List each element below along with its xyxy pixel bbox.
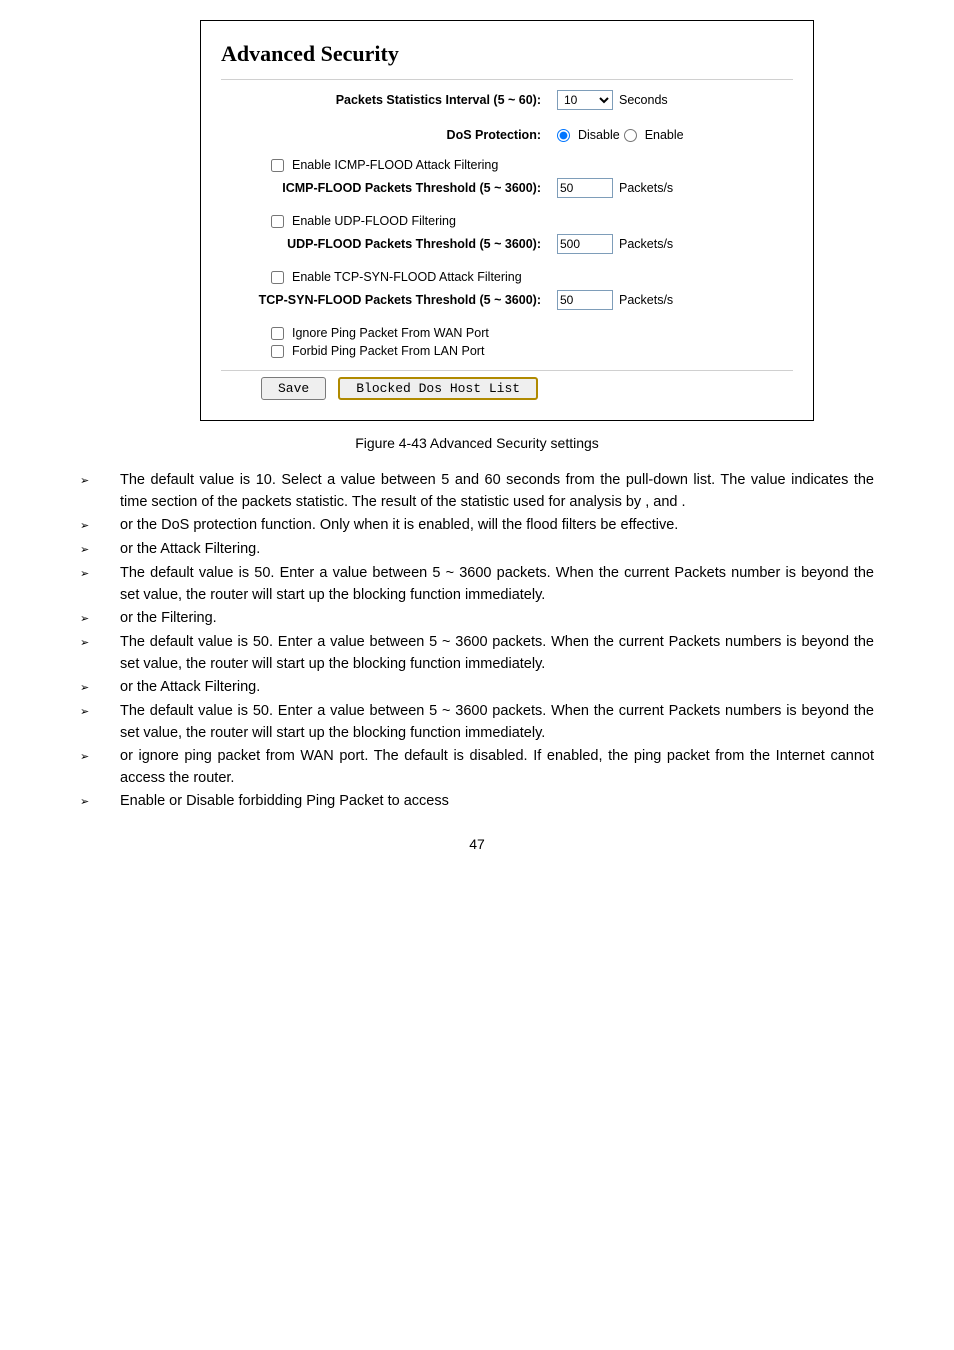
forbid-lan-checkbox[interactable]: [271, 345, 284, 358]
value-icmp-thresh: Packets/s: [557, 178, 673, 198]
bullet-body: The default value is 50. Enter a value b…: [120, 562, 874, 607]
udp-thresh-input[interactable]: [557, 234, 613, 254]
bullet-item: ➢ or the Filtering.: [80, 607, 874, 631]
bullet-marker: ➢: [80, 676, 120, 700]
icmp-enable-label: Enable ICMP-FLOOD Attack Filtering: [292, 158, 498, 172]
divider: [221, 79, 793, 80]
forbid-lan-label: Forbid Ping Packet From LAN Port: [292, 344, 484, 358]
panel-title: Advanced Security: [221, 41, 793, 67]
bullet-item: ➢ or the Attack Filtering.: [80, 538, 874, 562]
icmp-thresh-unit: Packets/s: [619, 181, 673, 195]
row-icmp-enable: Enable ICMP-FLOOD Attack Filtering: [221, 156, 793, 174]
bullet-body: The default value is 50. Enter a value b…: [120, 700, 874, 745]
row-udp-threshold: UDP-FLOOD Packets Threshold (5 ~ 3600): …: [221, 230, 793, 258]
bullet-item: ➢ or ignore ping packet from WAN port. T…: [80, 745, 874, 790]
row-tcp-threshold: TCP-SYN-FLOOD Packets Threshold (5 ~ 360…: [221, 286, 793, 314]
row-udp-enable: Enable UDP-FLOOD Filtering: [221, 212, 793, 230]
page-number: 47: [80, 836, 874, 852]
bullet-item: ➢ The default value is 50. Enter a value…: [80, 631, 874, 676]
row-tcp-enable: Enable TCP-SYN-FLOOD Attack Filtering: [221, 268, 793, 286]
bullet-item: ➢ The default value is 50. Enter a value…: [80, 562, 874, 607]
dos-disable-option[interactable]: Disable: [557, 128, 620, 142]
icmp-enable-checkbox[interactable]: [271, 159, 284, 172]
dos-enable-option[interactable]: Enable: [624, 128, 684, 142]
dos-disable-label: Disable: [578, 128, 620, 142]
udp-thresh-unit: Packets/s: [619, 237, 673, 251]
bullet-item: ➢ or the DoS protection function. Only w…: [80, 514, 874, 538]
value-udp-thresh: Packets/s: [557, 234, 673, 254]
row-stats-interval: Packets Statistics Interval (5 ~ 60): 10…: [221, 86, 793, 114]
bullet-marker: ➢: [80, 538, 120, 562]
bullet-item: ➢ The default value is 10. Select a valu…: [80, 469, 874, 514]
bullet-marker: ➢: [80, 469, 120, 514]
bullet-item: ➢ Enable or Disable forbidding Ping Pack…: [80, 790, 874, 814]
bullet-item: ➢ The default value is 50. Enter a value…: [80, 700, 874, 745]
advanced-security-panel: Advanced Security Packets Statistics Int…: [200, 20, 814, 421]
save-button[interactable]: Save: [261, 377, 326, 400]
udp-enable-checkbox[interactable]: [271, 215, 284, 228]
bullet-body: or the Attack Filtering.: [120, 676, 874, 700]
label-udp-thresh: UDP-FLOOD Packets Threshold (5 ~ 3600):: [221, 237, 557, 251]
dos-enable-label: Enable: [645, 128, 684, 142]
tcp-enable-checkbox[interactable]: [271, 271, 284, 284]
dos-disable-radio[interactable]: [557, 129, 570, 142]
ignore-wan-label: Ignore Ping Packet From WAN Port: [292, 326, 489, 340]
bullet-marker: ➢: [80, 631, 120, 676]
bullet-body: or the DoS protection function. Only whe…: [120, 514, 874, 538]
divider: [221, 370, 793, 371]
figure-caption: Figure 4-43 Advanced Security settings: [80, 435, 874, 451]
label-tcp-thresh: TCP-SYN-FLOOD Packets Threshold (5 ~ 360…: [221, 293, 557, 307]
udp-enable-label: Enable UDP-FLOOD Filtering: [292, 214, 456, 228]
tcp-thresh-input[interactable]: [557, 290, 613, 310]
bullet-item: ➢ or the Attack Filtering.: [80, 676, 874, 700]
bullet-marker: ➢: [80, 562, 120, 607]
document-page: Advanced Security Packets Statistics Int…: [0, 0, 954, 872]
bullet-body: or ignore ping packet from WAN port. The…: [120, 745, 874, 790]
dos-radio-group: Disable Enable: [557, 128, 684, 142]
label-stats-interval: Packets Statistics Interval (5 ~ 60):: [221, 93, 557, 107]
row-ignore-wan: Ignore Ping Packet From WAN Port: [221, 324, 793, 342]
value-stats-interval: 10 Seconds: [557, 90, 668, 110]
bullet-marker: ➢: [80, 700, 120, 745]
tcp-enable-label: Enable TCP-SYN-FLOOD Attack Filtering: [292, 270, 522, 284]
bullet-marker: ➢: [80, 790, 120, 814]
value-tcp-thresh: Packets/s: [557, 290, 673, 310]
button-row: Save Blocked Dos Host List: [221, 377, 793, 400]
stats-interval-select[interactable]: 10: [557, 90, 613, 110]
bullet-marker: ➢: [80, 514, 120, 538]
bullet-body: The default value is 10. Select a value …: [120, 469, 874, 514]
label-icmp-thresh: ICMP-FLOOD Packets Threshold (5 ~ 3600):: [221, 181, 557, 195]
row-icmp-threshold: ICMP-FLOOD Packets Threshold (5 ~ 3600):…: [221, 174, 793, 202]
bullet-body: or the Filtering.: [120, 607, 874, 631]
bullet-body: The default value is 50. Enter a value b…: [120, 631, 874, 676]
stats-interval-unit: Seconds: [619, 93, 668, 107]
tcp-thresh-unit: Packets/s: [619, 293, 673, 307]
dos-enable-radio[interactable]: [624, 129, 637, 142]
bullet-body: or the Attack Filtering.: [120, 538, 874, 562]
icmp-thresh-input[interactable]: [557, 178, 613, 198]
row-forbid-lan: Forbid Ping Packet From LAN Port: [221, 342, 793, 360]
bullet-body: Enable or Disable forbidding Ping Packet…: [120, 790, 874, 814]
ignore-wan-checkbox[interactable]: [271, 327, 284, 340]
label-dos: DoS Protection:: [221, 128, 557, 142]
bullet-marker: ➢: [80, 745, 120, 790]
bullet-list: ➢ The default value is 10. Select a valu…: [80, 469, 874, 814]
bullet-marker: ➢: [80, 607, 120, 631]
blocked-dos-button[interactable]: Blocked Dos Host List: [338, 377, 538, 400]
row-dos-protection: DoS Protection: Disable Enable: [221, 124, 793, 146]
